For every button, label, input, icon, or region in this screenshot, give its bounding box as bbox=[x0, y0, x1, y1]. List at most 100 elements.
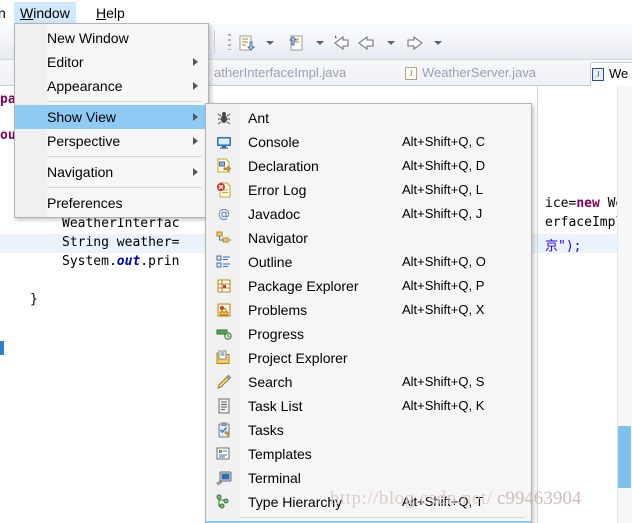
show-view-item-label: Package Explorer bbox=[248, 278, 359, 294]
menu-item-perspective[interactable]: Perspective bbox=[15, 129, 208, 153]
menu-item-appearance[interactable]: Appearance bbox=[15, 74, 208, 98]
menu-item-editor[interactable]: Editor bbox=[15, 50, 208, 74]
task-list-icon bbox=[216, 398, 232, 414]
project-explorer-icon bbox=[216, 350, 232, 366]
show-view-item-label: Project Explorer bbox=[248, 350, 348, 366]
show-view-item-navigator[interactable]: Navigator bbox=[206, 226, 531, 250]
show-view-item-label: Search bbox=[248, 374, 292, 390]
shortcut-label: Alt+Shift+Q, J bbox=[402, 202, 482, 226]
chevron-right-icon bbox=[193, 137, 198, 145]
editor-separator bbox=[537, 86, 538, 523]
editor-tab-active[interactable]: J We bbox=[590, 62, 632, 86]
show-view-item-label: Console bbox=[248, 134, 299, 150]
menubar-item-run[interactable]: n bbox=[0, 2, 12, 23]
menu-separator bbox=[21, 101, 202, 102]
shortcut-label: Alt+Shift+Q, P bbox=[402, 274, 484, 298]
show-view-item-label: Javadoc bbox=[248, 206, 300, 222]
show-view-item-terminal[interactable]: Terminal bbox=[206, 466, 531, 490]
chevron-right-icon bbox=[193, 113, 198, 121]
show-view-item-label: Navigator bbox=[248, 230, 308, 246]
show-view-submenu: Ant Console Alt+Shift+Q, C bbox=[205, 103, 532, 523]
previous-edit-icon[interactable] bbox=[357, 33, 377, 53]
show-view-item-javadoc[interactable]: @ Javadoc Alt+Shift+Q, J bbox=[206, 202, 531, 226]
menu-item-new-window[interactable]: New Window bbox=[15, 26, 208, 50]
show-view-item-progress[interactable]: Progress bbox=[206, 322, 531, 346]
next-edit-icon[interactable] bbox=[404, 33, 424, 53]
editor-tab-label: We bbox=[609, 66, 628, 81]
problems-icon bbox=[216, 302, 232, 318]
menu-item-preferences[interactable]: Preferences bbox=[15, 191, 208, 215]
show-view-item-outline[interactable]: Outline Alt+Shift+Q, O bbox=[206, 250, 531, 274]
previous-edit-chevron-icon[interactable] bbox=[387, 41, 395, 45]
menu-item-label: Editor bbox=[47, 54, 84, 70]
javadoc-icon: @ bbox=[216, 206, 232, 222]
shortcut-label: Alt+Shift+Q, L bbox=[402, 178, 483, 202]
code-line-string-weather: String weather= bbox=[62, 235, 179, 250]
ant-icon bbox=[216, 110, 232, 126]
show-view-item-project-explorer[interactable]: Project Explorer bbox=[206, 346, 531, 370]
terminal-icon bbox=[216, 470, 232, 486]
show-view-item-error-log[interactable]: Error Log Alt+Shift+Q, L bbox=[206, 178, 531, 202]
show-view-item-ant[interactable]: Ant bbox=[206, 106, 531, 130]
svg-text:@: @ bbox=[218, 207, 230, 221]
navigator-icon bbox=[216, 230, 232, 246]
show-view-item-label: Outline bbox=[248, 254, 292, 270]
window-menu: New Window Editor Appearance Show View P… bbox=[14, 23, 209, 218]
show-view-item-package-explorer[interactable]: Package Explorer Alt+Shift+Q, P bbox=[206, 274, 531, 298]
type-hierarchy-icon bbox=[216, 494, 232, 510]
menu-item-label: New Window bbox=[47, 30, 129, 46]
back-history-icon[interactable] bbox=[332, 33, 352, 53]
menu-item-label: Navigation bbox=[47, 164, 113, 180]
shortcut-label: Alt+Shift+Q, X bbox=[402, 298, 484, 322]
eclipse-window: n Window Help bbox=[0, 0, 632, 523]
next-edit-chevron-icon[interactable] bbox=[434, 41, 442, 45]
show-view-item-problems[interactable]: Problems Alt+Shift+Q, X bbox=[206, 298, 531, 322]
show-view-item-declaration[interactable]: Declaration Alt+Shift+Q, D bbox=[206, 154, 531, 178]
show-view-item-console[interactable]: Console Alt+Shift+Q, C bbox=[206, 130, 531, 154]
toolbar-grip[interactable] bbox=[228, 34, 231, 50]
debug-dropdown-chevron-icon[interactable] bbox=[266, 41, 274, 45]
show-view-item-search[interactable]: Search Alt+Shift+Q, S bbox=[206, 370, 531, 394]
editor-vertical-scrollbar[interactable] bbox=[617, 86, 632, 523]
submenu-separator bbox=[212, 517, 525, 518]
show-view-item-templates[interactable]: Templates bbox=[206, 442, 531, 466]
java-file-icon: J bbox=[405, 67, 417, 80]
editor-tab-weatherserver[interactable]: J WeatherServer.java bbox=[404, 62, 536, 86]
menu-item-label: Preferences bbox=[47, 195, 122, 211]
menu-item-label: Show View bbox=[47, 109, 116, 125]
menu-item-label: Appearance bbox=[47, 78, 123, 94]
run-dropdown-chevron-icon[interactable] bbox=[316, 41, 324, 45]
code-line-system-out: System.out.prin bbox=[62, 254, 179, 269]
progress-icon bbox=[216, 326, 232, 342]
error-log-icon bbox=[216, 182, 232, 198]
search-icon bbox=[216, 374, 232, 390]
menubar-item-window-label: indow bbox=[33, 5, 70, 21]
menu-bar: n Window Help bbox=[0, 0, 632, 24]
shortcut-label: Alt+Shift+Q, O bbox=[402, 250, 486, 274]
package-explorer-icon bbox=[216, 278, 232, 294]
debug-dropdown-icon[interactable] bbox=[237, 33, 257, 53]
show-view-item-tasks[interactable]: Tasks bbox=[206, 418, 531, 442]
change-marker bbox=[0, 341, 4, 355]
show-view-item-label: Tasks bbox=[248, 422, 284, 438]
show-view-item-type-hierarchy[interactable]: Type Hierarchy Alt+Shift+Q, T bbox=[206, 490, 531, 514]
shortcut-label: Alt+Shift+Q, D bbox=[402, 154, 485, 178]
declaration-icon bbox=[216, 158, 232, 174]
menu-item-label: Perspective bbox=[47, 133, 120, 149]
menubar-item-help[interactable]: Help bbox=[90, 2, 131, 23]
menu-item-show-view[interactable]: Show View bbox=[15, 105, 208, 129]
menubar-item-window[interactable]: Window bbox=[14, 2, 76, 23]
editor-scrollbar-thumb[interactable] bbox=[618, 426, 631, 488]
chevron-right-icon bbox=[193, 58, 198, 66]
console-icon bbox=[216, 134, 232, 150]
show-view-item-label: Terminal bbox=[248, 470, 301, 486]
show-view-item-label: Ant bbox=[248, 110, 269, 126]
menu-separator bbox=[21, 156, 202, 157]
menu-item-navigation[interactable]: Navigation bbox=[15, 160, 208, 184]
editor-tab-weatherinterfaceimpl[interactable]: J atherInterfaceImpl.java bbox=[196, 62, 346, 86]
show-view-item-label: Progress bbox=[248, 326, 304, 342]
show-view-item-label: Problems bbox=[248, 302, 307, 318]
menu-separator bbox=[21, 187, 202, 188]
show-view-item-task-list[interactable]: Task List Alt+Shift+Q, K bbox=[206, 394, 531, 418]
run-dropdown-icon[interactable] bbox=[287, 33, 307, 53]
